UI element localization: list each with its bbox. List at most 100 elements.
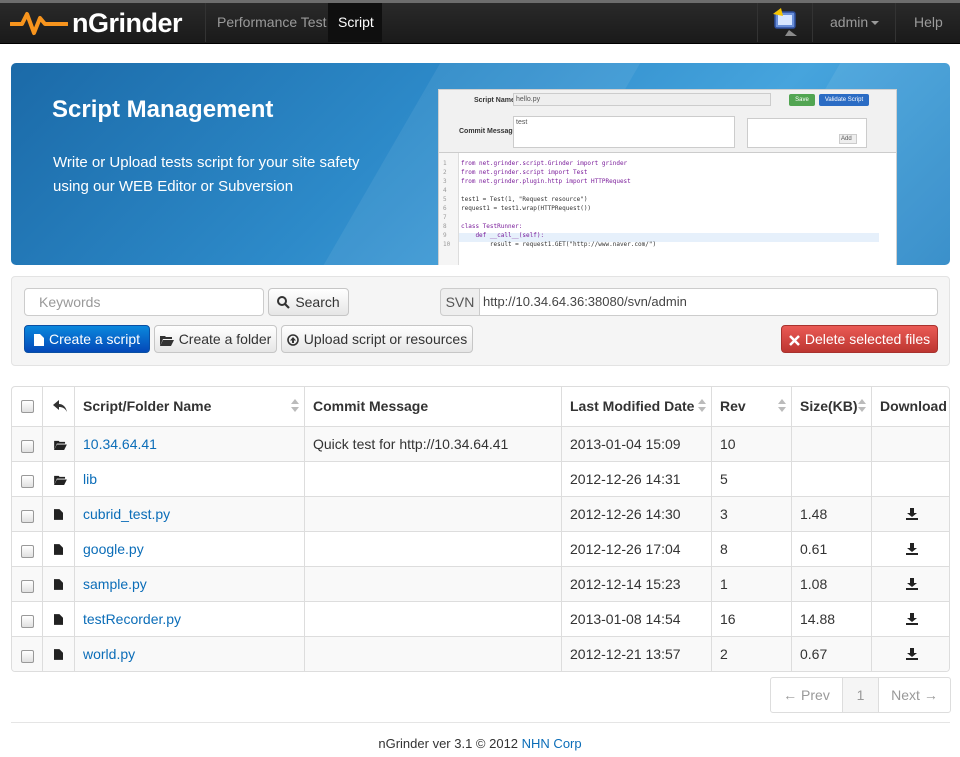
- row-checkbox[interactable]: [21, 510, 34, 523]
- download-icon[interactable]: [906, 508, 918, 520]
- col-header-commit: Commit Message: [304, 387, 561, 426]
- table-row: lib 2012-12-26 14:31 5: [12, 461, 949, 496]
- file-name-link[interactable]: testRecorder.py: [83, 611, 181, 627]
- cell-download: [871, 567, 949, 601]
- nav-help[interactable]: Help: [904, 3, 953, 42]
- cell-size: 0.67: [791, 637, 871, 671]
- upload-circle-icon: [286, 334, 299, 346]
- parent-folder-cell: [42, 387, 74, 426]
- navbar-top-border: [0, 0, 960, 3]
- cell-size: [791, 462, 871, 496]
- cell-name: lib: [74, 462, 304, 496]
- cell-commit: [304, 567, 561, 601]
- cell-rev: 3: [711, 497, 791, 531]
- code-line: 6 request1 = test1.wrap(HTTPRequest()): [443, 205, 592, 212]
- table-header-row: Script/Folder Name Commit Message Last M…: [12, 387, 949, 426]
- table-row: sample.py 2012-12-14 15:23 1 1.08: [12, 566, 949, 601]
- col-header-name[interactable]: Script/Folder Name: [74, 387, 304, 426]
- nav-performance-test[interactable]: Performance Test: [207, 3, 336, 42]
- code-line: 3 from net.grinder.plugin.http import HTT…: [443, 178, 631, 185]
- row-checkbox[interactable]: [21, 650, 34, 663]
- editor-preview-image: Script Name hello.py Save Validate Scrip…: [438, 89, 897, 265]
- row-checkbox[interactable]: [21, 545, 34, 558]
- nav-divider: [205, 3, 206, 42]
- delete-selected-button[interactable]: Delete selected files: [781, 325, 938, 353]
- code-line: 1 from net.grinder.script.Grinder import …: [443, 160, 628, 167]
- download-icon[interactable]: [906, 648, 918, 660]
- row-checkbox[interactable]: [21, 615, 34, 628]
- keywords-input[interactable]: Keywords: [24, 288, 264, 316]
- nhn-corp-link[interactable]: NHN Corp: [522, 736, 582, 751]
- table-row: google.py 2012-12-26 17:04 8 0.61: [12, 531, 949, 566]
- download-icon[interactable]: [906, 578, 918, 590]
- cell-date: 2012-12-26 17:04: [561, 532, 711, 566]
- cell-download: [871, 462, 949, 496]
- row-checkbox[interactable]: [21, 580, 34, 593]
- col-header-rev[interactable]: Rev: [711, 387, 791, 426]
- cell-date: 2012-12-26 14:30: [561, 497, 711, 531]
- col-header-date[interactable]: Last Modified Date: [561, 387, 711, 426]
- cell-date: 2012-12-14 15:23: [561, 567, 711, 601]
- chevron-down-icon: [871, 21, 880, 26]
- file-name-link[interactable]: lib: [83, 471, 97, 487]
- cell-download: [871, 427, 949, 461]
- cell-commit: [304, 637, 561, 671]
- col-header-size[interactable]: Size(KB): [791, 387, 871, 426]
- user-monitor-icon[interactable]: [769, 6, 801, 38]
- pagination: ← Prev 1 Next →: [770, 677, 951, 713]
- create-script-button[interactable]: Create a script: [24, 325, 150, 353]
- create-folder-button[interactable]: Create a folder: [154, 325, 277, 353]
- select-all-checkbox[interactable]: [21, 400, 34, 413]
- script-table: Script/Folder Name Commit Message Last M…: [11, 386, 950, 672]
- file-icon: [54, 544, 63, 555]
- folder-open-icon: [159, 336, 174, 346]
- svn-url-field[interactable]: http://10.34.64.36:38080/svn/admin: [479, 288, 938, 316]
- cell-rev: 5: [711, 462, 791, 496]
- file-name-link[interactable]: cubrid_test.py: [83, 506, 170, 522]
- nav-script[interactable]: Script: [328, 3, 382, 42]
- brand-name: nGrinder: [72, 7, 183, 38]
- file-name-link[interactable]: world.py: [83, 646, 135, 662]
- cell-size: 0.61: [791, 532, 871, 566]
- user-menu[interactable]: admin: [820, 3, 889, 42]
- user-name: admin: [830, 14, 869, 30]
- cell-size: 14.88: [791, 602, 871, 636]
- nav-divider: [812, 3, 813, 42]
- row-checkbox[interactable]: [21, 440, 34, 453]
- col-header-download: Download: [871, 387, 949, 426]
- row-checkbox[interactable]: [21, 475, 34, 488]
- close-icon: [788, 335, 800, 346]
- cell-date: 2012-12-26 14:31: [561, 462, 711, 496]
- next-page-link[interactable]: Next →: [878, 678, 950, 712]
- cell-name: sample.py: [74, 567, 304, 601]
- code-line: 10 result = request1.GET("http://www.nav…: [443, 241, 657, 248]
- brand-logo[interactable]: nGrinder: [10, 6, 183, 40]
- cell-name: testRecorder.py: [74, 602, 304, 636]
- hero-banner: Script Management Write or Upload tests …: [11, 63, 950, 265]
- prev-page-link[interactable]: ← Prev: [771, 678, 842, 712]
- download-icon[interactable]: [906, 613, 918, 625]
- file-icon: [54, 579, 63, 590]
- cell-download: [871, 602, 949, 636]
- current-page[interactable]: 1: [842, 678, 878, 712]
- search-button[interactable]: Search: [268, 288, 349, 316]
- upload-button[interactable]: Upload script or resources: [281, 325, 473, 353]
- reply-arrow-icon[interactable]: [53, 400, 67, 412]
- cell-download: [871, 532, 949, 566]
- table-row: testRecorder.py 2013-01-08 14:54 16 14.88: [12, 601, 949, 636]
- file-name-link[interactable]: sample.py: [83, 576, 147, 592]
- code-line: 2 from net.grinder.script import Test: [443, 169, 588, 176]
- cell-name: 10.34.64.41: [74, 427, 304, 461]
- sort-icon: [778, 399, 786, 413]
- download-icon[interactable]: [906, 543, 918, 555]
- cell-size: [791, 427, 871, 461]
- sort-icon: [698, 399, 706, 413]
- cell-name: world.py: [74, 637, 304, 671]
- cell-date: 2013-01-08 14:54: [561, 602, 711, 636]
- file-name-link[interactable]: 10.34.64.41: [83, 436, 157, 452]
- cell-name: cubrid_test.py: [74, 497, 304, 531]
- search-icon: [277, 296, 291, 309]
- cell-date: 2012-12-21 13:57: [561, 637, 711, 671]
- file-name-link[interactable]: google.py: [83, 541, 144, 557]
- nav-divider: [757, 3, 758, 42]
